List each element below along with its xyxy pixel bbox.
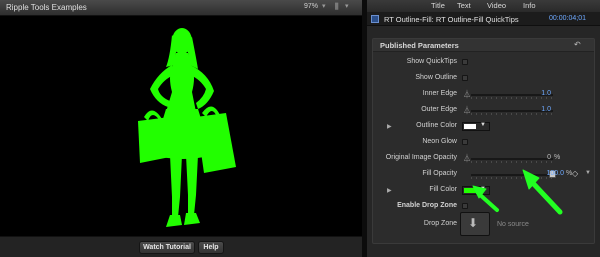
outer-edge-value[interactable]: 1.0 <box>541 106 551 113</box>
inspector-panel: Title Text Video Info RT Outline-Fill: R… <box>367 0 600 257</box>
original-opacity-value[interactable]: 0 <box>547 154 551 161</box>
row-show-quicktips: Show QuickTips <box>373 57 594 69</box>
slider-ticks <box>471 97 553 99</box>
enable-drop-zone-label: Enable Drop Zone <box>397 202 457 209</box>
fill-color-label: Fill Color <box>429 186 457 193</box>
watch-tutorial-button[interactable]: Watch Tutorial <box>139 241 195 254</box>
effect-title: RT Outline-Fill: RT Outline-Fill QuickTi… <box>384 15 519 24</box>
help-button[interactable]: Help <box>198 241 224 254</box>
slider-ticks <box>471 113 553 115</box>
inspector-tabs: Title Text Video Info <box>367 0 600 12</box>
fill-opacity-slider[interactable] <box>471 174 553 176</box>
tab-title[interactable]: Title <box>431 1 445 10</box>
slider-icon: ⏃ <box>463 106 471 115</box>
row-fill-color: ▶ Fill Color ▼ <box>373 185 594 197</box>
chevron-down-icon[interactable]: ▾ <box>322 2 326 10</box>
show-outline-checkbox[interactable] <box>462 75 468 81</box>
published-parameters-title: Published Parameters <box>380 41 459 50</box>
effect-icon <box>371 15 379 23</box>
original-opacity-label: Original Image Opacity <box>385 154 457 161</box>
outline-color-swatch <box>464 124 476 129</box>
viewer-header: Ripple Tools Examples 97% ▾ ⫼ ▾ <box>0 0 362 16</box>
keyframe-diamond-icon[interactable]: ◇ <box>572 169 578 178</box>
fill-opacity-value[interactable]: 100.0 <box>546 170 564 177</box>
neon-glow-checkbox[interactable] <box>462 139 468 145</box>
viewer-panel: Ripple Tools Examples 97% ▾ ⫼ ▾ Watch Tu… <box>0 0 362 257</box>
timecode: 00:00:04;01 <box>549 15 586 22</box>
chevron-down-icon[interactable]: ▼ <box>480 186 486 192</box>
chevron-down-icon[interactable]: ▼ <box>480 122 486 128</box>
reset-arrow-icon[interactable]: ↶ <box>574 40 581 49</box>
outer-edge-label: Outer Edge <box>421 106 457 113</box>
row-inner-edge: Inner Edge ⏃ 1.0 <box>373 89 594 101</box>
tab-text[interactable]: Text <box>457 1 471 10</box>
viewer-title: Ripple Tools Examples <box>6 3 87 12</box>
fill-opacity-label: Fill Opacity <box>422 170 457 177</box>
fill-color-swatch <box>464 188 476 193</box>
slider-icon: ⏃ <box>463 90 471 99</box>
row-fill-opacity: Fill Opacity 100.0 % ◇ ▼ <box>373 169 594 181</box>
row-outline-color: ▶ Outline Color ▼ <box>373 121 594 133</box>
outline-color-label: Outline Color <box>416 122 457 129</box>
outline-color-well[interactable]: ▼ <box>462 122 490 131</box>
switch-icon[interactable]: ⫼ <box>335 2 339 12</box>
inner-edge-value[interactable]: 1.0 <box>541 90 551 97</box>
row-show-outline: Show Outline <box>373 73 594 85</box>
enable-drop-zone-checkbox[interactable] <box>462 203 468 209</box>
slider-icon: ⏃ <box>463 154 471 163</box>
viewer-footer: Watch Tutorial Help <box>0 236 362 257</box>
chevron-down-icon[interactable]: ▼ <box>585 170 591 176</box>
disclosure-triangle-icon[interactable]: ▶ <box>387 123 392 130</box>
drop-zone-label: Drop Zone <box>423 220 457 227</box>
row-neon-glow: Neon Glow <box>373 137 594 149</box>
tab-video[interactable]: Video <box>487 1 506 10</box>
published-parameters-header: Published Parameters ↶ <box>373 39 594 52</box>
percent-unit: % <box>554 154 561 161</box>
chevron-down-icon[interactable]: ▾ <box>345 2 349 10</box>
disclosure-triangle-icon[interactable]: ▶ <box>387 187 392 194</box>
zoom-level[interactable]: 97% <box>304 3 318 10</box>
drop-zone-well[interactable]: ⬇ <box>460 212 490 236</box>
no-source-text: No source <box>497 221 529 228</box>
fill-color-well[interactable]: ▼ <box>462 186 490 195</box>
slider-ticks <box>471 161 553 163</box>
row-outer-edge: Outer Edge ⏃ 1.0 <box>373 105 594 117</box>
original-opacity-slider[interactable] <box>471 158 553 160</box>
show-outline-label: Show Outline <box>415 74 457 81</box>
neon-glow-label: Neon Glow <box>422 138 457 145</box>
tab-info[interactable]: Info <box>523 1 536 10</box>
effect-header: RT Outline-Fill: RT Outline-Fill QuickTi… <box>367 12 600 26</box>
inner-edge-label: Inner Edge <box>422 90 457 97</box>
row-original-image-opacity: Original Image Opacity ⏃ 0 % <box>373 153 594 165</box>
viewer-canvas <box>0 17 362 235</box>
published-parameters-panel: Published Parameters ↶ Show QuickTips Sh… <box>372 38 595 244</box>
shopping-woman-silhouette <box>138 28 236 227</box>
show-quicktips-label: Show QuickTips <box>406 58 457 65</box>
drop-arrow-icon: ⬇ <box>468 216 479 230</box>
slider-ticks <box>471 177 553 179</box>
show-quicktips-checkbox[interactable] <box>462 59 468 65</box>
